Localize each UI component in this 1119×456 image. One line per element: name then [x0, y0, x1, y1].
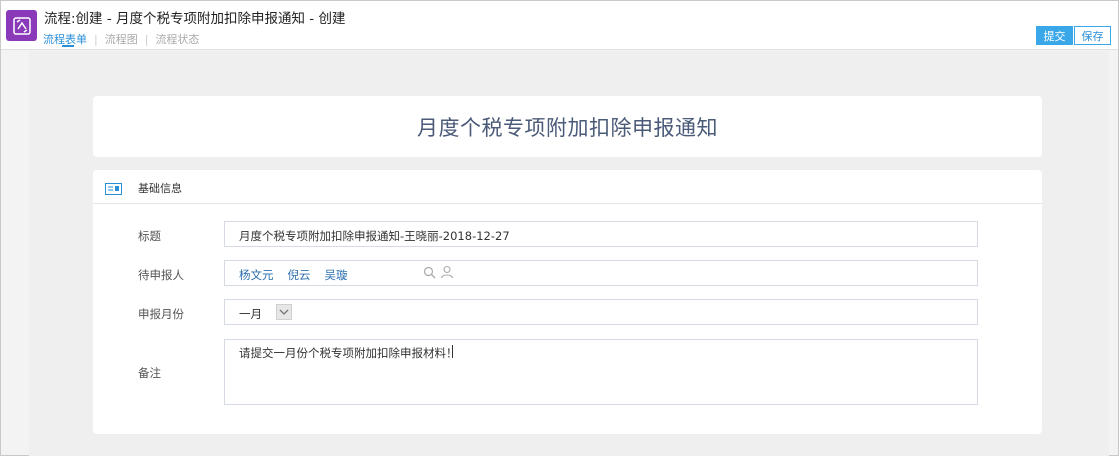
month-select[interactable]: 一月 [224, 299, 978, 325]
declarants-label: 待申报人 [138, 268, 184, 282]
header-bar: 流程:创建 - 月度个税专项附加扣除申报通知 - 创建 流程表单 | 流程图 |… [1, 1, 1118, 50]
form-title: 月度个税专项附加扣除申报通知 [417, 115, 718, 140]
text-caret [452, 345, 453, 358]
tab-flowchart[interactable]: 流程图 [105, 31, 138, 47]
month-value: 一月 [239, 307, 262, 321]
person-icon[interactable] [440, 265, 454, 282]
submit-button[interactable]: 提交 [1036, 26, 1073, 45]
form-title-card: 月度个税专项附加扣除申报通知 [93, 96, 1042, 157]
section-title: 基础信息 [138, 182, 182, 195]
person-tag[interactable]: 杨文元 [239, 268, 274, 282]
declarants-field[interactable]: 杨文元 倪云 吴璇 [224, 260, 978, 286]
subject-label: 标题 [138, 229, 161, 243]
search-icon[interactable] [423, 266, 436, 282]
tab-status[interactable]: 流程状态 [155, 31, 199, 47]
page-title: 流程:创建 - 月度个税专项附加扣除申报通知 - 创建 [44, 11, 346, 27]
active-tab-indicator [62, 45, 74, 47]
person-tag[interactable]: 倪云 [288, 268, 311, 282]
workflow-icon [6, 10, 37, 41]
month-label: 申报月份 [138, 307, 184, 321]
remark-textarea[interactable]: 请提交一月份个税专项附加扣除申报材料！ [224, 339, 978, 405]
info-card-icon [105, 180, 122, 199]
remark-label: 备注 [138, 366, 161, 380]
tab-separator: | [94, 32, 98, 46]
declarants-list: 杨文元 倪云 吴璇 [239, 267, 362, 283]
remark-value: 请提交一月份个税专项附加扣除申报材料！ [239, 346, 458, 360]
subject-input[interactable]: 月度个税专项附加扣除申报通知-王晓丽-2018-12-27 [224, 221, 978, 247]
person-tag[interactable]: 吴璇 [325, 268, 348, 282]
app-window: 流程:创建 - 月度个税专项附加扣除申报通知 - 创建 流程表单 | 流程图 |… [0, 0, 1119, 456]
form-card: 基础信息 标题 月度个税专项附加扣除申报通知-王晓丽-2018-12-27 待申… [93, 170, 1042, 434]
chevron-down-icon[interactable] [276, 304, 292, 320]
tab-separator: | [144, 32, 149, 46]
section-header: 基础信息 [93, 170, 1042, 204]
save-button[interactable]: 保存 [1074, 26, 1111, 45]
subject-value: 月度个税专项附加扣除申报通知-王晓丽-2018-12-27 [239, 229, 510, 243]
